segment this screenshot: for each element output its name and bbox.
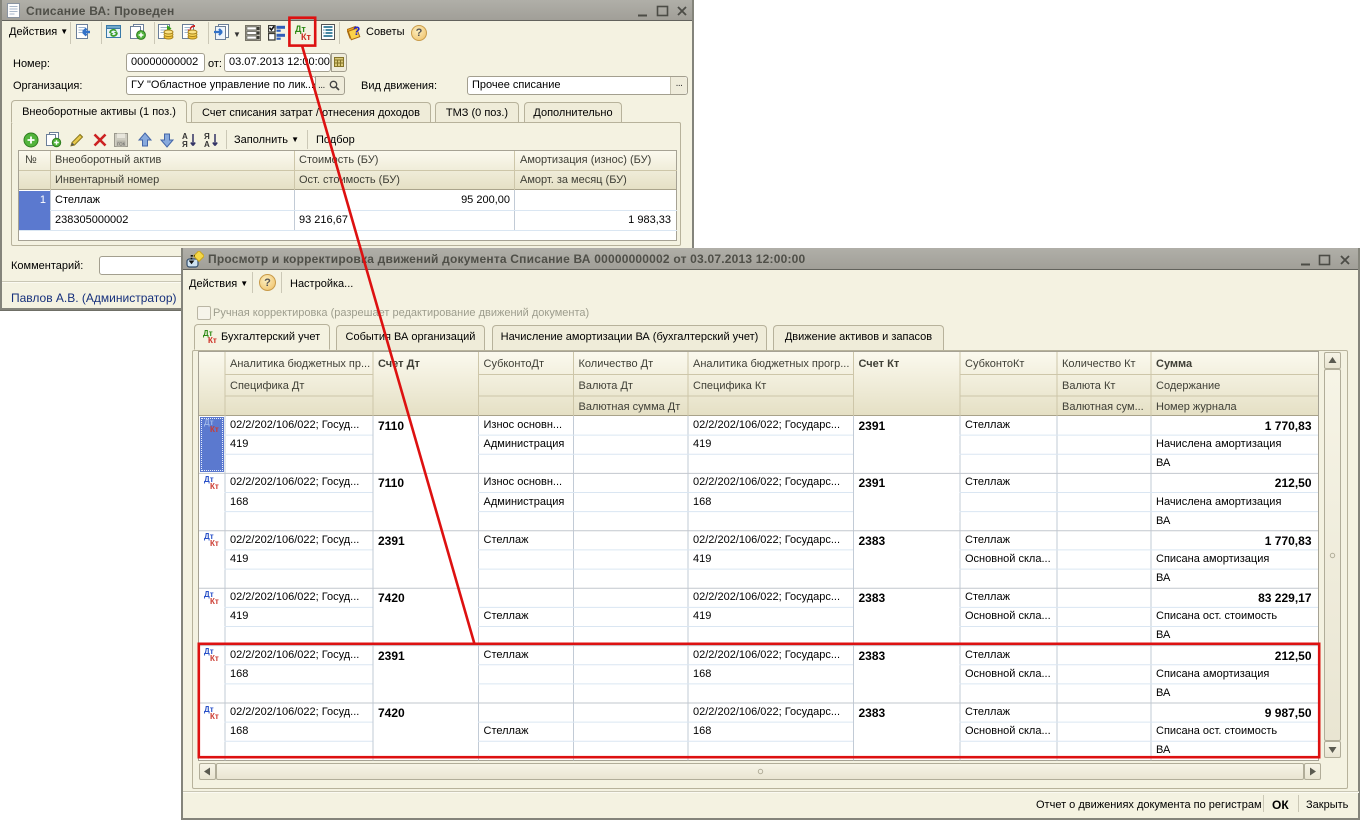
svg-text:Я: Я: [182, 140, 188, 148]
svg-text:А: А: [204, 140, 210, 148]
svg-text:?: ?: [353, 24, 360, 38]
svg-text:ГОК: ГОК: [117, 142, 126, 147]
